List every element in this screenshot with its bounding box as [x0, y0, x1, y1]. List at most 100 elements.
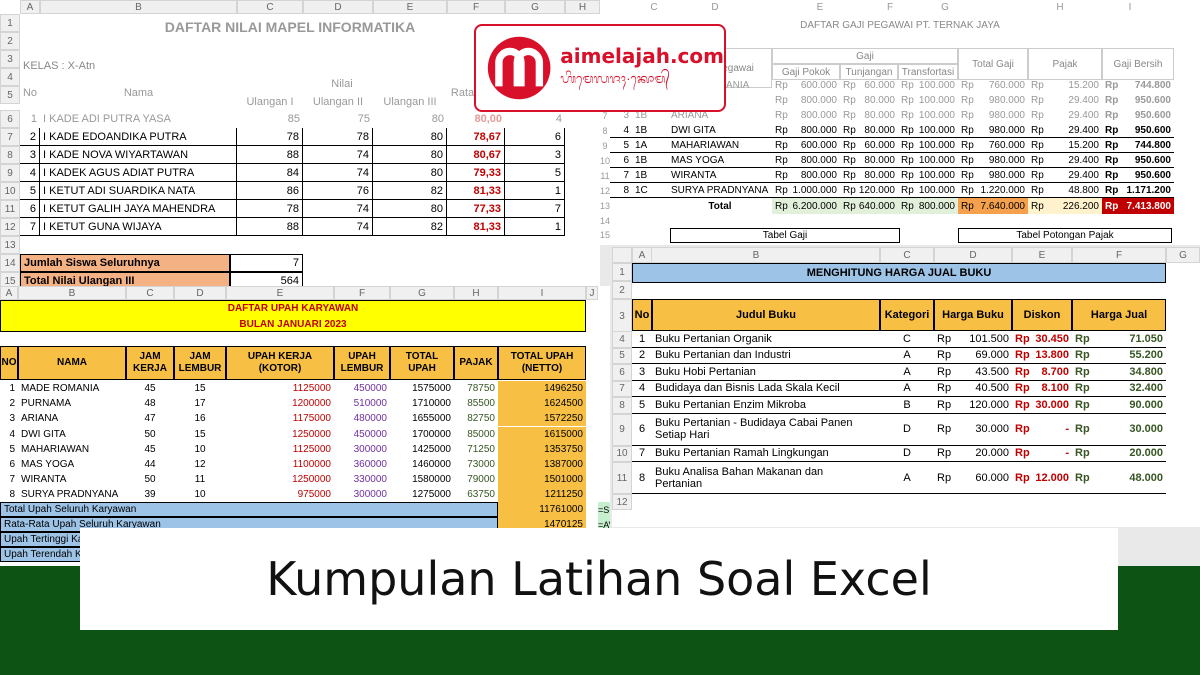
header-u1: Ulangan I — [246, 96, 294, 108]
row-kategori: B — [880, 397, 934, 414]
row-upah-kerja: 1125000 — [292, 443, 331, 455]
rp-label: Rp — [934, 446, 952, 462]
row-header: 8 — [612, 397, 632, 414]
row-nama: PURNAMA — [21, 398, 72, 410]
row-u3: 82 — [373, 182, 447, 200]
row-jual: 20.000 — [1090, 446, 1166, 462]
row-rata: 80,67 — [447, 146, 505, 164]
row-upah-lembur: 300000 — [353, 443, 387, 455]
row-trans: 100.000 — [914, 138, 958, 153]
row-netto: 1496250 — [498, 381, 586, 396]
rp-label: Rp — [772, 198, 790, 214]
row-rata: 81,33 — [447, 182, 505, 200]
row-netto: 1501000 — [498, 472, 586, 488]
rp-label: Rp — [961, 80, 974, 91]
row-no: 2 — [20, 128, 40, 146]
row-jual: 34.800 — [1090, 364, 1166, 381]
rp-label: Rp — [1102, 198, 1120, 214]
row-jam-lembur: 16 — [194, 413, 206, 425]
row-jual: 30.000 — [1090, 414, 1166, 446]
row-header: 11 — [600, 170, 610, 181]
row-header: 1 — [0, 14, 20, 32]
row-u2: 74 — [303, 200, 373, 218]
row-u2: 75 — [357, 113, 370, 125]
rp-label: Rp — [958, 153, 976, 168]
rp-label: Rp — [1028, 183, 1046, 198]
rp-label: Rp — [961, 110, 974, 121]
rp-label: Rp — [1028, 138, 1046, 153]
row-upah-kerja: 1200000 — [292, 398, 331, 410]
header-uk: UPAH KERJA (KOTOR) — [226, 346, 334, 380]
aimelajah-logo: aimelajah.com ᬳᬶᬫᬾᬮᬚᬄ·ᬓᭀᬫ᭄ — [474, 24, 726, 112]
row-tunj: 60.000 — [864, 80, 895, 91]
rp-label: Rp — [898, 198, 914, 214]
row-u3: 80 — [431, 113, 444, 125]
row-judul: Buku Hobi Pertanian — [652, 364, 880, 381]
banner-title: Kumpulan Latihan Soal Excel — [80, 528, 1118, 630]
total-formula: =SU — [598, 502, 610, 517]
row-gol: 1C — [632, 183, 668, 198]
rp-label: Rp — [958, 183, 976, 198]
row-harga: 120.000 — [952, 397, 1012, 414]
row-u1: 86 — [237, 182, 303, 200]
header-u3: Ulangan III — [383, 96, 437, 108]
header-diskon: Diskon — [1012, 299, 1072, 331]
book-price-sheet: B C D E F G A 1 MENGHITUNG HARGA JUAL BUKU 2 3 No Ju… — [612, 247, 1200, 527]
row-u3: 80 — [373, 146, 447, 164]
row-judul: Buku Pertanian Enzim Mikroba — [652, 397, 880, 414]
row-header: 2 — [612, 281, 632, 299]
row-upah-kerja: 975000 — [297, 489, 331, 501]
row-total-upah: 1580000 — [412, 474, 451, 486]
row-harga: 40.500 — [952, 381, 1012, 397]
row-diskon: 30.000 — [1030, 397, 1072, 414]
row-tunj: 120.000 — [856, 183, 898, 198]
row-jam-kerja: 48 — [144, 398, 156, 410]
row-jam-kerja: 45 — [144, 443, 156, 455]
row-upah-kerja: 1250000 — [292, 428, 331, 440]
aimelajah-logo-mark-icon — [487, 36, 551, 100]
header-no: No — [22, 87, 38, 99]
rp-label: Rp — [958, 138, 976, 153]
row-rata: 79,33 — [447, 164, 505, 182]
row-total: 980.000 — [988, 95, 1025, 106]
row-pajak: 71250 — [467, 443, 495, 455]
row-no: 1 — [30, 113, 37, 125]
row-netto: 1353750 — [498, 441, 586, 457]
header-total: Total Gaji — [958, 48, 1028, 80]
row-no: 5 — [610, 138, 632, 153]
rp-label: Rp — [772, 168, 790, 183]
row-nama: I KADE NOVA WIYARTAWAN — [40, 146, 237, 164]
col-header: H — [565, 0, 600, 14]
col-header: C — [237, 0, 303, 14]
row-total: 1.220.000 — [976, 183, 1028, 198]
col-header: C — [126, 286, 174, 300]
rp-label: Rp — [1105, 80, 1119, 91]
row-judul-line2: Pertanian — [655, 477, 703, 490]
row-nama: ARIANA — [21, 413, 59, 425]
row-bersih: 950.600 — [1134, 95, 1171, 106]
row-header: 2 — [0, 32, 20, 50]
class-label: KELAS : X-Atn — [23, 60, 96, 72]
rp-label: Rp — [1012, 397, 1030, 414]
row-no: 8 — [9, 489, 15, 501]
row-nama: MAHARIAWAN — [668, 138, 772, 153]
row-u3: 80 — [373, 200, 447, 218]
row-nama: DWI GITA — [21, 428, 66, 440]
rp-label: Rp — [1072, 414, 1090, 446]
rp-label: Rp — [843, 95, 856, 106]
rp-label: Rp — [1072, 331, 1090, 348]
col-header: I — [1090, 0, 1170, 14]
row-pajak: 29.400 — [1068, 110, 1099, 121]
header-tu: TOTAL UPAH — [390, 346, 454, 380]
rp-label: Rp — [1072, 446, 1090, 462]
row-pajak: 15.200 — [1068, 80, 1099, 91]
row-jual: 48.000 — [1090, 462, 1166, 494]
row-header: 9 — [0, 164, 20, 182]
row-rank: 4 — [555, 113, 562, 125]
row-total-upah: 1575000 — [412, 383, 451, 394]
rp-label: Rp — [958, 198, 976, 214]
col-header: F — [1072, 247, 1166, 263]
row-trans: 100.000 — [918, 95, 955, 106]
row-bersih: 1.171.200 — [1120, 183, 1174, 198]
row-jual: 71.050 — [1090, 331, 1166, 348]
